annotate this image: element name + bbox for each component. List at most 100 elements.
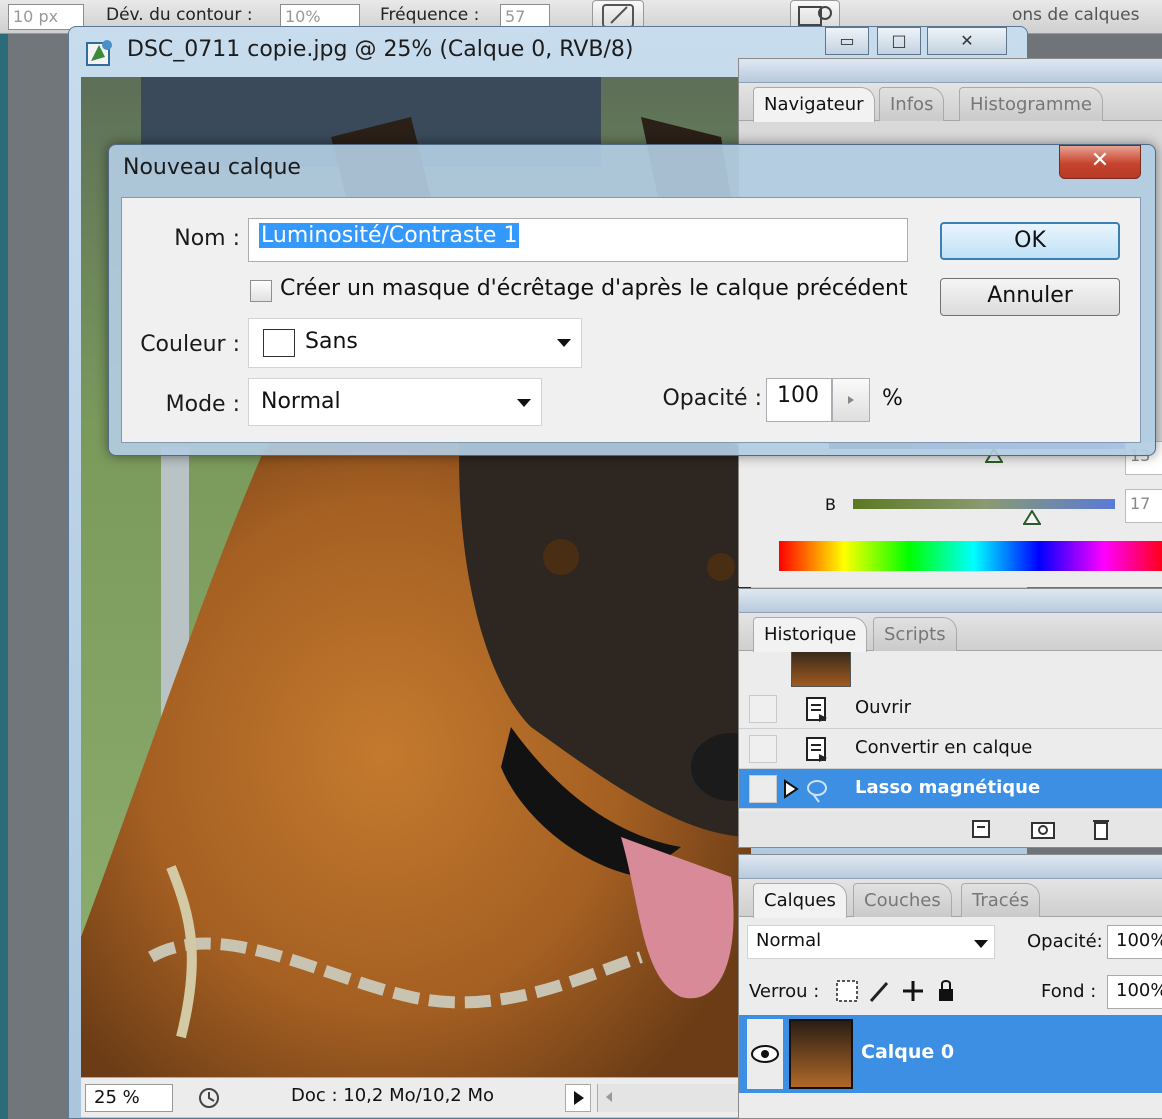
history-source-checkbox[interactable] <box>749 695 777 723</box>
compositions-label: ons de calques <box>1012 5 1140 25</box>
history-panel: Historique Scripts Ouvrir Convertir en c… <box>738 588 1162 848</box>
lock-options-icons[interactable] <box>835 977 955 1005</box>
history-item-label: Convertir en calque <box>855 737 1033 758</box>
minimize-button[interactable]: ▭ <box>825 27 869 55</box>
chevron-down-icon <box>974 940 988 948</box>
eye-icon <box>751 1045 779 1063</box>
dialog-title: Nouveau calque <box>123 155 301 180</box>
history-footer <box>739 811 1162 847</box>
blend-mode-value: Normal <box>756 930 822 951</box>
left-workspace-strip <box>0 34 68 1119</box>
cancel-button[interactable]: Annuler <box>940 278 1120 316</box>
panel-header <box>739 855 1162 879</box>
opacity-slider-button[interactable] <box>832 378 870 422</box>
history-document-icon <box>806 737 827 762</box>
frequency-label: Fréquence : <box>380 5 480 25</box>
history-item[interactable]: Ouvrir <box>739 689 1162 729</box>
color-label: Couleur : <box>140 332 240 357</box>
history-source-checkbox[interactable] <box>749 775 777 803</box>
mode-value: Normal <box>261 389 341 414</box>
new-document-from-state-icon[interactable] <box>969 817 993 841</box>
history-item-label: Lasso magnétique <box>855 777 1041 798</box>
layer-opacity-label: Opacité: <box>1027 931 1103 952</box>
color-swatch <box>263 329 295 357</box>
contour-label: Dév. du contour : <box>106 5 253 25</box>
tab-historique[interactable]: Historique <box>753 617 868 652</box>
status-menu-button[interactable] <box>565 1084 591 1112</box>
trash-icon[interactable] <box>1089 815 1113 843</box>
new-layer-dialog: Nouveau calque ✕ Nom : Luminosité/Contra… <box>108 144 1156 456</box>
history-item-label: Ouvrir <box>855 697 912 718</box>
close-icon: ✕ <box>1090 148 1110 173</box>
color-sliders: 13 B 17 <box>739 441 1162 587</box>
history-item-selected[interactable]: Lasso magnétique <box>739 769 1162 809</box>
layers-tabs: Calques Couches Tracés <box>739 879 1162 918</box>
color-select[interactable]: Sans <box>248 318 582 368</box>
layer-opacity-input[interactable]: 100% <box>1107 925 1162 959</box>
fill-input[interactable]: 100% <box>1107 975 1162 1009</box>
slider-track-b[interactable] <box>853 499 1115 509</box>
horizontal-scrollbar[interactable] <box>597 1084 751 1112</box>
dialog-body: Nom : Luminosité/Contraste 1 Créer un ma… <box>121 197 1141 443</box>
color-value: Sans <box>305 329 358 354</box>
tab-calques[interactable]: Calques <box>753 883 847 918</box>
small-arrow-right-icon <box>848 396 854 404</box>
tab-couches[interactable]: Couches <box>853 883 952 917</box>
color-spectrum-bar[interactable] <box>779 541 1162 571</box>
tab-navigateur[interactable]: Navigateur <box>753 87 875 122</box>
layer-visibility-toggle[interactable] <box>747 1019 783 1089</box>
blend-mode-select[interactable]: Normal <box>747 925 995 959</box>
channel-b-label: B <box>825 495 836 514</box>
tab-scripts[interactable]: Scripts <box>873 617 957 651</box>
chevron-down-icon <box>517 399 531 407</box>
layers-panel: Calques Couches Tracés Normal Opacité: 1… <box>738 854 1162 1119</box>
layer-row-selected[interactable]: Calque 0 <box>739 1015 1162 1093</box>
value-field-b[interactable]: 17 <box>1125 489 1162 523</box>
clipping-mask-checkbox[interactable] <box>250 280 272 302</box>
doc-size-info: Doc : 10,2 Mo/10,2 Mo <box>291 1085 495 1106</box>
name-label: Nom : <box>174 226 240 251</box>
scroll-left-icon <box>606 1092 612 1102</box>
play-triangle-icon <box>574 1091 584 1105</box>
history-state-arrow-icon <box>784 779 799 799</box>
history-item[interactable]: Convertir en calque <box>739 729 1162 769</box>
navigator-tabs: Navigateur Infos Histogramme <box>739 83 1162 122</box>
panel-header <box>739 589 1162 613</box>
tab-infos[interactable]: Infos <box>879 87 945 121</box>
fill-label: Fond : <box>1041 981 1097 1002</box>
slider-thumb-b[interactable] <box>1022 509 1042 531</box>
magnetic-lasso-icon <box>807 780 827 803</box>
opacity-unit: % <box>882 386 903 411</box>
clipping-mask-label[interactable]: Créer un masque d'écrêtage d'après le ca… <box>280 276 908 301</box>
close-icon: ✕ <box>960 31 974 50</box>
layer-thumbnail <box>789 1019 853 1089</box>
tab-histogramme[interactable]: Histogramme <box>959 87 1103 121</box>
opacity-label: Opacité : <box>662 386 762 411</box>
lock-label: Verrou : <box>749 981 820 1002</box>
chevron-down-icon <box>557 339 571 347</box>
layer-name-input[interactable]: Luminosité/Contraste 1 <box>248 218 908 262</box>
maximize-icon: □ <box>891 31 907 50</box>
layer-name-value: Luminosité/Contraste 1 <box>259 223 520 248</box>
ok-button[interactable]: OK <box>940 222 1120 260</box>
zoom-input[interactable]: 25 % <box>85 1084 173 1112</box>
camera-snapshot-icon[interactable] <box>1029 817 1057 841</box>
minimize-icon: ▭ <box>839 31 855 50</box>
snapshot-thumbnail <box>791 651 851 687</box>
history-document-icon <box>806 697 827 722</box>
mode-select[interactable]: Normal <box>248 378 542 426</box>
panel-header <box>739 59 1162 83</box>
document-icon <box>85 37 115 67</box>
history-source-checkbox[interactable] <box>749 735 777 763</box>
opacity-input[interactable]: 100 <box>766 378 832 422</box>
mode-label: Mode : <box>165 392 240 417</box>
dialog-close-button[interactable]: ✕ <box>1059 145 1141 179</box>
zoom-nav-icon[interactable] <box>197 1086 221 1115</box>
document-title: DSC_0711 copie.jpg @ 25% (Calque 0, RVB/… <box>127 37 634 62</box>
document-status-bar: 25 % Doc : 10,2 Mo/10,2 Mo <box>81 1077 751 1117</box>
window-close-button[interactable]: ✕ <box>927 27 1007 55</box>
maximize-button[interactable]: □ <box>877 27 921 55</box>
history-tabs: Historique Scripts <box>739 613 1162 652</box>
tab-traces[interactable]: Tracés <box>961 883 1041 917</box>
layer-name[interactable]: Calque 0 <box>861 1041 954 1063</box>
